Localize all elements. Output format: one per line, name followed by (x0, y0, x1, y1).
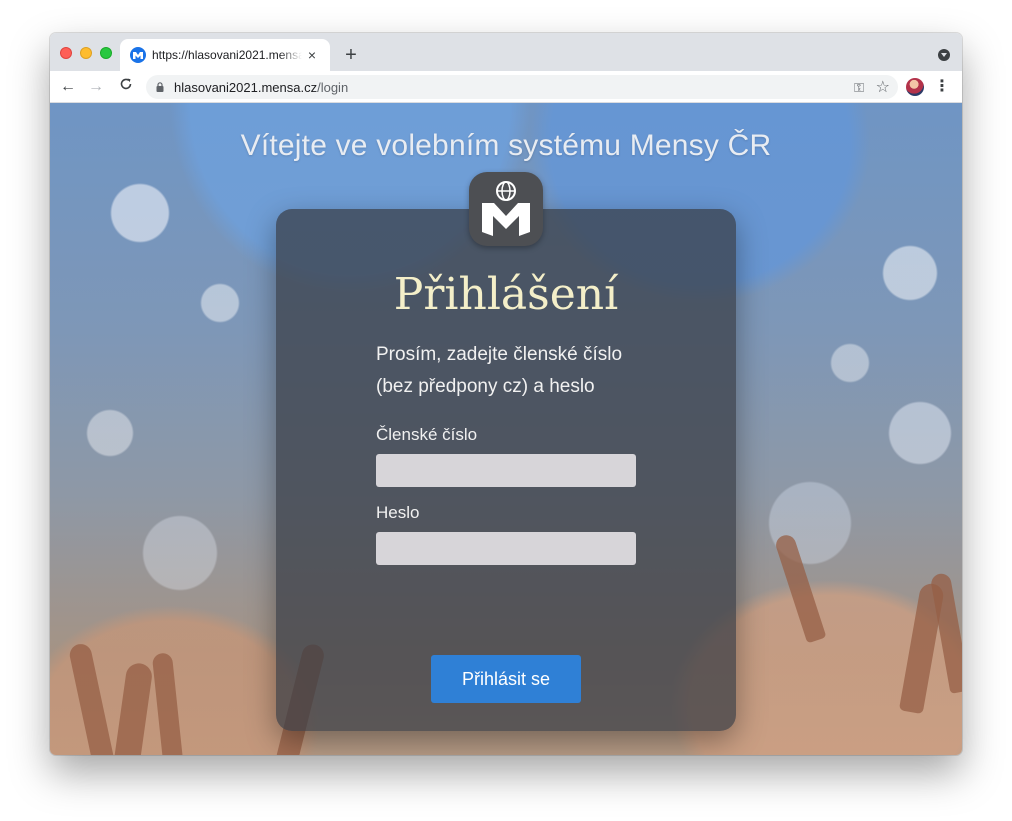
url-path: /login (317, 80, 349, 95)
browser-toolbar: ← → hlasovani2021.mensa.cz/login ⚿ ☆ ⋮ (50, 71, 962, 103)
login-page: Vítejte ve volebním systému Mensy ČR Při… (50, 103, 962, 755)
background-hand (151, 652, 185, 755)
login-instructions: Prosím, zadejte členské číslo (bez předp… (376, 339, 666, 403)
back-button[interactable]: ← (56, 75, 80, 99)
login-submit-button[interactable]: Přihlásit se (431, 655, 581, 703)
bookmark-star-icon[interactable]: ☆ (876, 77, 890, 97)
close-tab-icon[interactable]: × (302, 45, 322, 65)
login-title: Přihlášení (393, 269, 619, 320)
browser-menu-icon[interactable]: ⋮ (934, 75, 950, 99)
password-key-icon[interactable]: ⚿ (854, 80, 864, 96)
welcome-headline: Vítejte ve volebním systému Mensy ČR (240, 129, 772, 162)
mensa-logo (469, 172, 543, 246)
instructions-line-2: (bez předpony cz) a heslo (376, 376, 595, 397)
close-window-button[interactable] (60, 47, 72, 59)
url-host: hlasovani2021.mensa.cz (174, 80, 318, 95)
reload-button[interactable] (114, 75, 138, 99)
password-input[interactable] (376, 532, 636, 565)
password-label: Heslo (376, 503, 420, 522)
lock-icon (156, 82, 164, 92)
background-hand (112, 661, 154, 755)
tab-strip: https://hlasovani2021.mensa.cz/login × + (50, 33, 962, 71)
member-number-input[interactable] (376, 454, 636, 487)
maximize-window-button[interactable] (100, 47, 112, 59)
minimize-window-button[interactable] (80, 47, 92, 59)
browser-window: https://hlasovani2021.mensa.cz/login × +… (50, 33, 962, 755)
member-number-label: Členské číslo (376, 425, 478, 444)
tab-search-icon[interactable] (938, 49, 950, 61)
forward-button[interactable]: → (84, 75, 108, 99)
address-bar[interactable]: hlasovani2021.mensa.cz/login ⚿ ☆ (146, 75, 898, 99)
url-text: hlasovani2021.mensa.cz/login (174, 80, 348, 95)
tab-title: https://hlasovani2021.mensa.cz/login (152, 48, 302, 62)
profile-avatar[interactable] (906, 78, 924, 96)
new-tab-button[interactable]: + (340, 44, 362, 66)
background-hand (773, 532, 827, 644)
background-hand (67, 642, 115, 755)
browser-tab[interactable]: https://hlasovani2021.mensa.cz/login × (120, 39, 330, 71)
reload-icon (120, 78, 132, 90)
instructions-line-1: Prosím, zadejte členské číslo (376, 344, 623, 365)
mensa-favicon-icon (130, 47, 146, 63)
mensa-logo-icon (482, 181, 530, 236)
